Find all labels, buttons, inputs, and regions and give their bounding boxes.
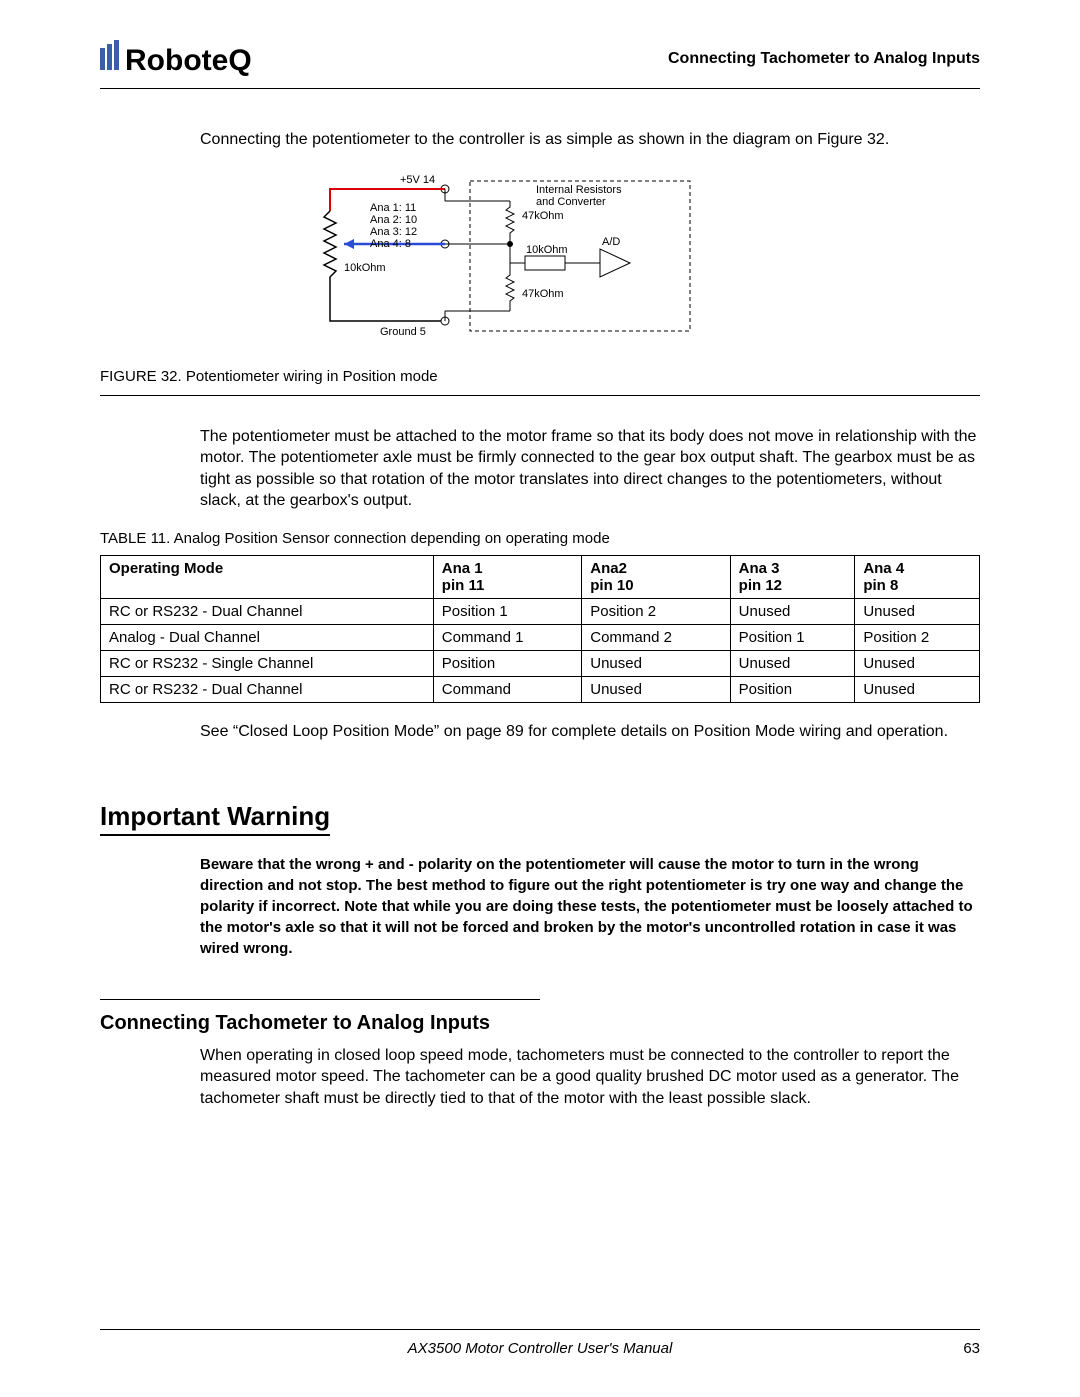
label-internal: Internal Resistors and Converter bbox=[536, 184, 625, 208]
figure-caption: FIGURE 32. Potentiometer wiring in Posit… bbox=[100, 368, 980, 396]
th-ana4: Ana 4 pin 8 bbox=[855, 555, 980, 598]
table-cell: Position 1 bbox=[433, 598, 581, 624]
label-r2: 10kOhm bbox=[526, 244, 568, 256]
table-cell: Position bbox=[433, 650, 581, 676]
label-r1: 47kOhm bbox=[522, 210, 564, 222]
table-cell: Unused bbox=[855, 598, 980, 624]
table-cell: Command 1 bbox=[433, 624, 581, 650]
footer-page-number: 63 bbox=[963, 1340, 980, 1357]
table-row: RC or RS232 - Dual ChannelCommandUnusedP… bbox=[101, 676, 980, 702]
warning-text: Beware that the wrong + and - polarity o… bbox=[100, 854, 980, 959]
logo: RoboteQ bbox=[100, 40, 252, 78]
label-ana1: Ana 1: 11 bbox=[370, 202, 416, 214]
table-cell: Position 1 bbox=[730, 624, 855, 650]
label-r3: 47kOhm bbox=[522, 288, 564, 300]
th-ana2: Ana2 pin 10 bbox=[582, 555, 730, 598]
table-cell: Position 2 bbox=[855, 624, 980, 650]
label-pot: 10kOhm bbox=[344, 262, 386, 274]
page-header: RoboteQ Connecting Tachometer to Analog … bbox=[100, 40, 980, 89]
label-ground: Ground 5 bbox=[380, 326, 426, 338]
table-cell: Position bbox=[730, 676, 855, 702]
label-ana3: Ana 3: 12 bbox=[370, 226, 417, 238]
table-cell: Command bbox=[433, 676, 581, 702]
logo-bars-icon bbox=[100, 40, 121, 70]
tachometer-paragraph: When operating in closed loop speed mode… bbox=[100, 1045, 980, 1110]
table-cell: Unused bbox=[582, 676, 730, 702]
warning-heading: Important Warning bbox=[100, 801, 330, 836]
see-reference-paragraph: See “Closed Loop Position Mode” on page … bbox=[100, 721, 980, 743]
label-ad: A/D bbox=[602, 236, 620, 248]
th-mode: Operating Mode bbox=[101, 555, 434, 598]
table-row: Analog - Dual ChannelCommand 1Command 2P… bbox=[101, 624, 980, 650]
section-divider bbox=[100, 999, 540, 1000]
pot-mount-paragraph: The potentiometer must be attached to th… bbox=[100, 426, 980, 512]
table-header-row: Operating Mode Ana 1 pin 11 Ana2 pin 10 … bbox=[101, 555, 980, 598]
table-cell: RC or RS232 - Dual Channel bbox=[101, 676, 434, 702]
header-section-title: Connecting Tachometer to Analog Inputs bbox=[668, 50, 980, 68]
analog-pin-table: Operating Mode Ana 1 pin 11 Ana2 pin 10 … bbox=[100, 555, 980, 703]
table-cell: Command 2 bbox=[582, 624, 730, 650]
table-row: RC or RS232 - Dual ChannelPosition 1Posi… bbox=[101, 598, 980, 624]
table-row: RC or RS232 - Single ChannelPositionUnus… bbox=[101, 650, 980, 676]
footer-manual-title: AX3500 Motor Controller User's Manual bbox=[408, 1340, 673, 1357]
logo-text: RoboteQ bbox=[125, 44, 252, 78]
page: RoboteQ Connecting Tachometer to Analog … bbox=[0, 0, 1080, 1397]
table-cell: Unused bbox=[582, 650, 730, 676]
table-cell: RC or RS232 - Single Channel bbox=[101, 650, 434, 676]
th-ana1: Ana 1 pin 11 bbox=[433, 555, 581, 598]
label-5v: +5V 14 bbox=[400, 174, 435, 186]
table-cell: Unused bbox=[730, 598, 855, 624]
table-cell: Analog - Dual Channel bbox=[101, 624, 434, 650]
label-ana4: Ana 4: 8 bbox=[370, 238, 411, 250]
table-cell: RC or RS232 - Dual Channel bbox=[101, 598, 434, 624]
table-caption: TABLE 11. Analog Position Sensor connect… bbox=[100, 530, 980, 547]
potentiometer-diagram: +5V 14 bbox=[300, 171, 720, 351]
table-cell: Position 2 bbox=[582, 598, 730, 624]
table-cell: Unused bbox=[855, 676, 980, 702]
page-footer: AX3500 Motor Controller User's Manual 63 bbox=[100, 1329, 980, 1357]
table-cell: Unused bbox=[855, 650, 980, 676]
label-ana2: Ana 2: 10 bbox=[370, 214, 417, 226]
table-cell: Unused bbox=[730, 650, 855, 676]
th-ana3: Ana 3 pin 12 bbox=[730, 555, 855, 598]
intro-paragraph: Connecting the potentiometer to the cont… bbox=[100, 129, 980, 151]
section-heading: Connecting Tachometer to Analog Inputs bbox=[100, 1012, 980, 1035]
diagram-figure: +5V 14 bbox=[300, 171, 980, 356]
